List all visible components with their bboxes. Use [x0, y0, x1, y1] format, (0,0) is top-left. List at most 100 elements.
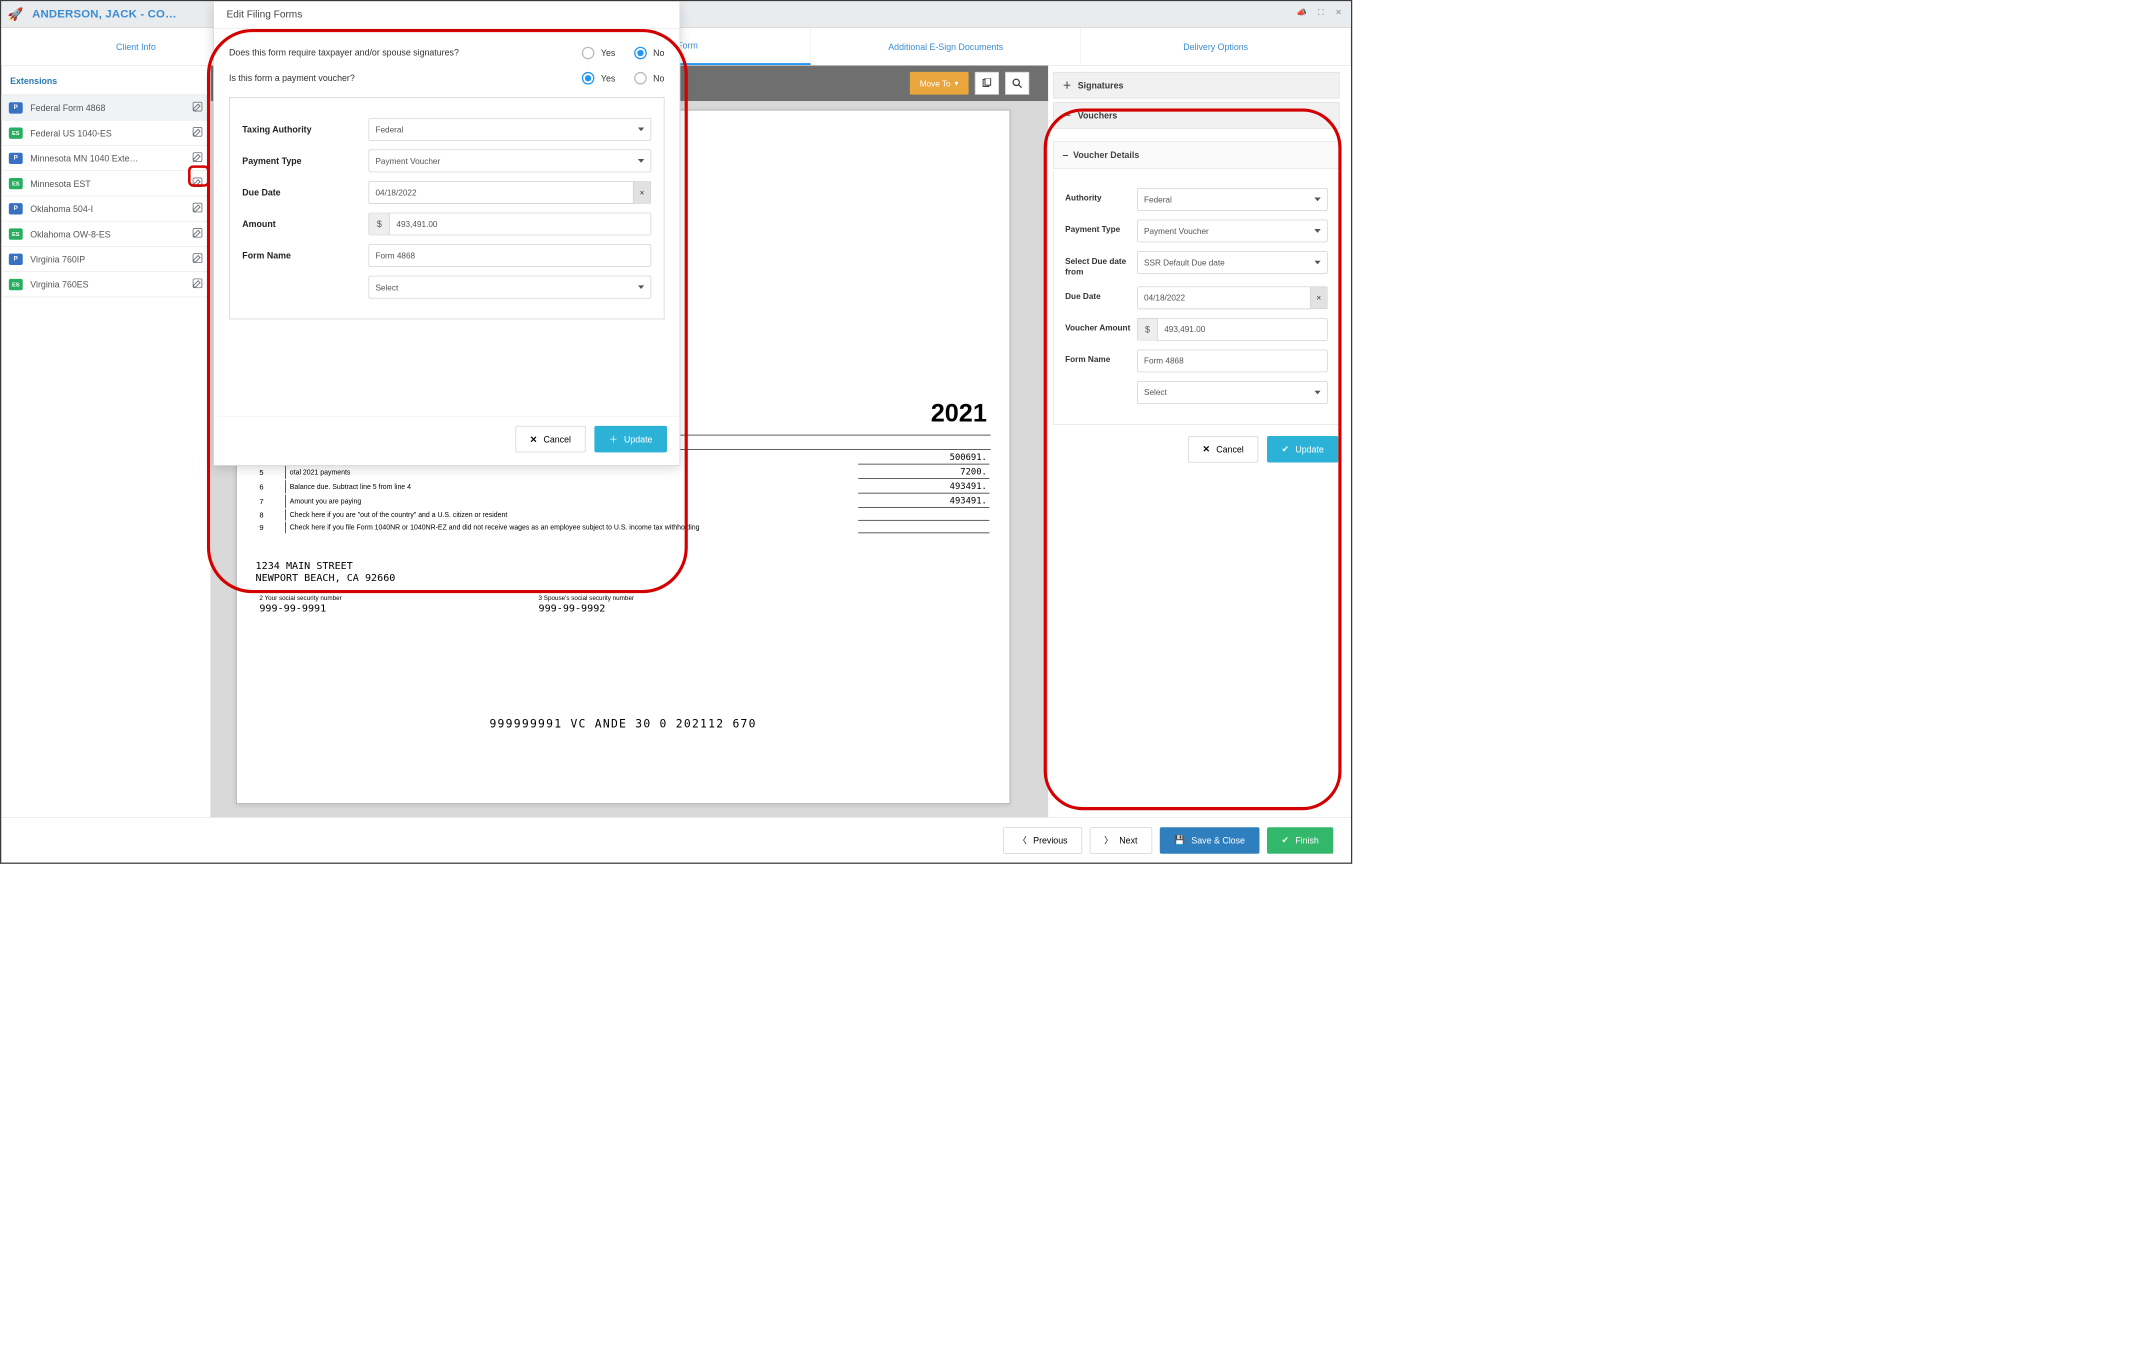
m-form-name-input[interactable]: [369, 244, 652, 267]
sidebar-item[interactable]: P Minnesota MN 1040 Exte…: [1, 146, 210, 171]
q1-yes-radio[interactable]: Yes: [582, 47, 615, 60]
save-close-button[interactable]: 💾 Save & Close: [1160, 827, 1260, 854]
next-button[interactable]: 〉 Next: [1090, 827, 1152, 854]
previous-button[interactable]: 〈 Previous: [1004, 827, 1083, 854]
close-icon: ✕: [1203, 444, 1210, 455]
tab-additional-esign[interactable]: Additional E-Sign Documents: [811, 28, 1081, 65]
fullscreen-icon[interactable]: ⛶: [1318, 8, 1324, 18]
modal-title: Edit Filing Forms: [214, 2, 680, 29]
voucher-details-header: – Voucher Details: [1053, 141, 1339, 169]
m-form-name-label: Form Name: [242, 251, 368, 261]
vd-update-button[interactable]: ✔ Update: [1267, 436, 1338, 463]
edit-filing-forms-modal: Edit Filing Forms Does this form require…: [213, 1, 680, 465]
minus-icon: －: [1063, 109, 1072, 122]
edit-icon[interactable]: [192, 278, 202, 290]
q2-yes-radio[interactable]: Yes: [582, 72, 615, 85]
sidebar-item-label: Federal US 1040-ES: [30, 128, 192, 138]
sidebar-item-label: Minnesota EST: [30, 178, 192, 188]
edit-icon[interactable]: [192, 177, 202, 189]
finish-button[interactable]: ✔ Finish: [1267, 827, 1333, 854]
sidebar-item[interactable]: P Virginia 760IP: [1, 247, 210, 272]
select-due-select[interactable]: SSR Default Due date: [1137, 251, 1328, 274]
check-icon: ✔: [1282, 835, 1289, 846]
taxing-authority-label: Taxing Authority: [242, 124, 368, 134]
plus-icon: ＋: [609, 433, 618, 446]
modal-update-button[interactable]: ＋ Update: [594, 426, 667, 453]
signatures-accordion[interactable]: ＋ Signatures: [1053, 72, 1339, 99]
q2-no-radio[interactable]: No: [634, 72, 664, 85]
question-signatures: Does this form require taxpayer and/or s…: [229, 47, 582, 59]
payment-type-select[interactable]: Payment Voucher: [1137, 220, 1328, 243]
sidebar-item-label: Oklahoma OW-8-ES: [30, 229, 192, 239]
client-name: ANDERSON, JACK - CO…: [32, 8, 177, 21]
amount-label: Voucher Amount: [1065, 318, 1137, 334]
es-badge-icon: ES: [9, 178, 23, 189]
m-dollar-icon: $: [369, 213, 390, 236]
close-icon[interactable]: ✕: [1335, 8, 1342, 18]
es-badge-icon: ES: [9, 228, 23, 239]
m-amount-input[interactable]: [389, 213, 651, 236]
p-badge-icon: P: [9, 253, 23, 264]
sidebar-item-label: Oklahoma 504-I: [30, 203, 192, 213]
search-icon[interactable]: [1005, 72, 1029, 95]
question-voucher: Is this form a payment voucher?: [229, 72, 582, 84]
es-badge-icon: ES: [9, 127, 23, 138]
authority-label: Authority: [1065, 188, 1137, 204]
m-amount-label: Amount: [242, 219, 368, 229]
announce-icon[interactable]: 📣: [1297, 8, 1307, 18]
edit-icon[interactable]: [192, 152, 202, 164]
m-related-select[interactable]: Select: [369, 276, 652, 299]
m-due-date-input[interactable]: [369, 181, 634, 204]
form-name-input[interactable]: [1137, 349, 1328, 372]
edit-icon[interactable]: [192, 228, 202, 240]
sidebar-item[interactable]: P Oklahoma 504-I: [1, 196, 210, 221]
chevron-left-icon: 〈: [1018, 834, 1027, 847]
edit-icon[interactable]: [192, 102, 202, 114]
p-badge-icon: P: [9, 152, 23, 163]
taxing-authority-select[interactable]: Federal: [369, 118, 652, 141]
sidebar-item[interactable]: P Federal Form 4868: [1, 95, 210, 120]
p-badge-icon: P: [9, 102, 23, 113]
m-clear-date-icon[interactable]: ×: [633, 181, 651, 204]
select-due-label: Select Due date from: [1065, 251, 1137, 277]
sidebar-item-label: Minnesota MN 1040 Exte…: [30, 153, 192, 163]
plus-icon: ＋: [1063, 79, 1072, 92]
sidebar-item[interactable]: ES Oklahoma OW-8-ES: [1, 221, 210, 246]
amount-input[interactable]: [1157, 318, 1327, 341]
close-icon: ✕: [530, 434, 537, 445]
edit-icon[interactable]: [192, 203, 202, 215]
form-name-label: Form Name: [1065, 349, 1137, 365]
dollar-icon: $: [1137, 318, 1157, 341]
chevron-right-icon: 〉: [1104, 834, 1113, 847]
sidebar-item-label: Virginia 760IP: [30, 254, 192, 264]
duplicate-icon[interactable]: [975, 72, 999, 95]
vouchers-accordion[interactable]: － Vouchers: [1053, 102, 1339, 129]
tab-delivery-options[interactable]: Delivery Options: [1081, 28, 1351, 65]
rocket-icon: 🚀: [8, 6, 24, 22]
sidebar-item-label: Virginia 760ES: [30, 279, 192, 289]
check-icon: ✔: [1282, 444, 1289, 455]
sidebar-item[interactable]: ES Virginia 760ES: [1, 272, 210, 297]
q1-no-radio[interactable]: No: [634, 47, 664, 60]
move-to-button[interactable]: Move To ▾: [910, 72, 969, 95]
due-date-input[interactable]: [1137, 286, 1310, 309]
p-badge-icon: P: [9, 203, 23, 214]
sidebar-item[interactable]: ES Minnesota EST: [1, 171, 210, 196]
payment-type-label: Payment Type: [1065, 220, 1137, 236]
clear-date-icon[interactable]: ×: [1310, 286, 1327, 309]
due-date-label: Due Date: [1065, 286, 1137, 302]
save-icon: 💾: [1174, 835, 1185, 846]
sidebar-item[interactable]: ES Federal US 1040-ES: [1, 121, 210, 146]
edit-icon[interactable]: [192, 253, 202, 265]
m-payment-type-select[interactable]: Payment Voucher: [369, 150, 652, 173]
extensions-heading: Extensions: [1, 66, 210, 96]
authority-select[interactable]: Federal: [1137, 188, 1328, 211]
es-badge-icon: ES: [9, 279, 23, 290]
m-due-date-label: Due Date: [242, 187, 368, 197]
modal-cancel-button[interactable]: ✕ Cancel: [515, 426, 585, 453]
chevron-down-icon: ▾: [954, 78, 958, 88]
related-select[interactable]: Select: [1137, 381, 1328, 404]
edit-icon[interactable]: [192, 127, 202, 139]
vd-cancel-button[interactable]: ✕ Cancel: [1188, 436, 1258, 463]
sidebar-item-label: Federal Form 4868: [30, 103, 192, 113]
